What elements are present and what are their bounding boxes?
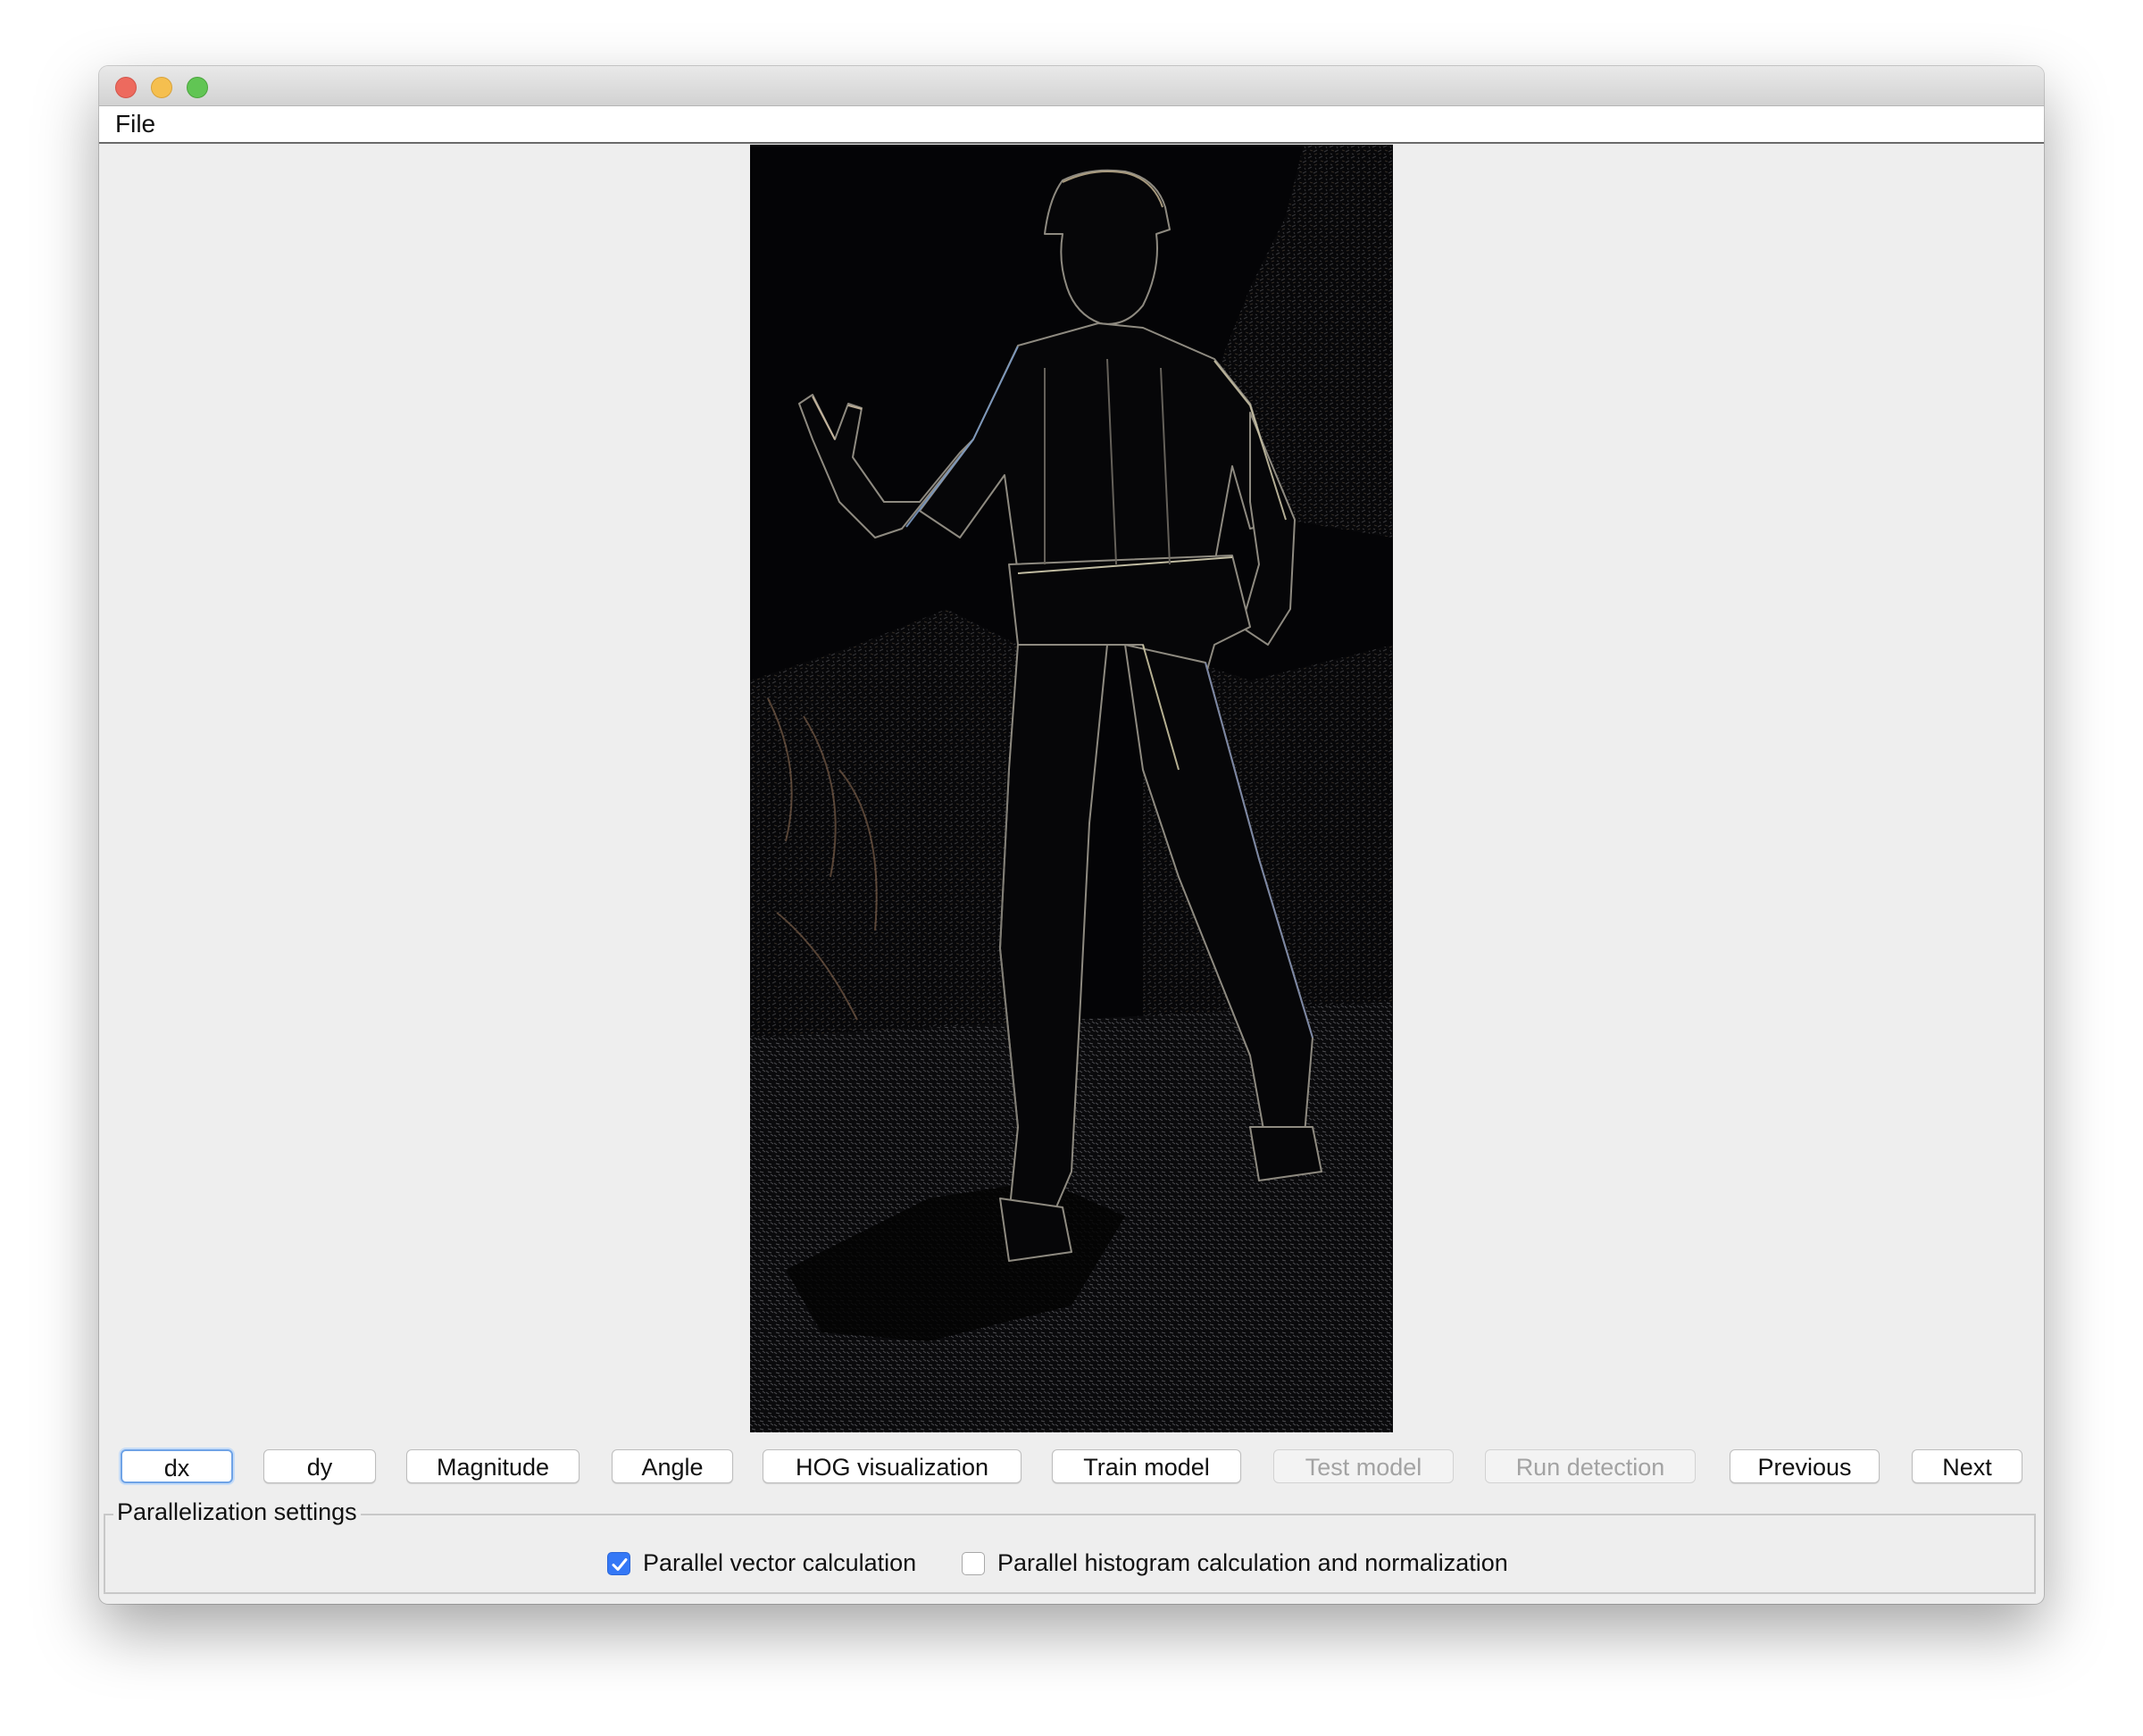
dx-button[interactable]: dx <box>121 1449 233 1483</box>
train-model-button[interactable]: Train model <box>1052 1449 1241 1483</box>
parallel-histogram-label[interactable]: Parallel histogram calculation and norma… <box>997 1547 1508 1579</box>
parallel-vector-label[interactable]: Parallel vector calculation <box>643 1547 916 1579</box>
dy-button[interactable]: dy <box>263 1449 376 1483</box>
parallelization-settings-title: Parallelization settings <box>113 1498 361 1526</box>
parallel-vector-checkbox[interactable] <box>607 1552 630 1575</box>
previous-button[interactable]: Previous <box>1730 1449 1880 1483</box>
menu-bar: File <box>99 106 2044 144</box>
checkmark-icon <box>612 1558 628 1571</box>
title-bar[interactable] <box>99 66 2044 106</box>
zoom-window-button[interactable] <box>187 77 208 98</box>
test-model-button[interactable]: Test model <box>1273 1449 1454 1483</box>
gradient-image-view <box>750 145 1393 1432</box>
gradient-image <box>750 145 1393 1432</box>
next-button[interactable]: Next <box>1912 1449 2022 1483</box>
minimize-window-button[interactable] <box>151 77 172 98</box>
run-detection-button[interactable]: Run detection <box>1485 1449 1696 1483</box>
menu-file[interactable]: File <box>115 110 155 138</box>
app-window: File dx dy Magnitude Angle HOG visualiza… <box>99 66 2044 1604</box>
parallel-histogram-checkbox[interactable] <box>962 1552 985 1575</box>
hog-visualization-button[interactable]: HOG visualization <box>763 1449 1021 1483</box>
angle-button[interactable]: Angle <box>612 1449 733 1483</box>
magnitude-button[interactable]: Magnitude <box>406 1449 580 1483</box>
close-window-button[interactable] <box>115 77 137 98</box>
